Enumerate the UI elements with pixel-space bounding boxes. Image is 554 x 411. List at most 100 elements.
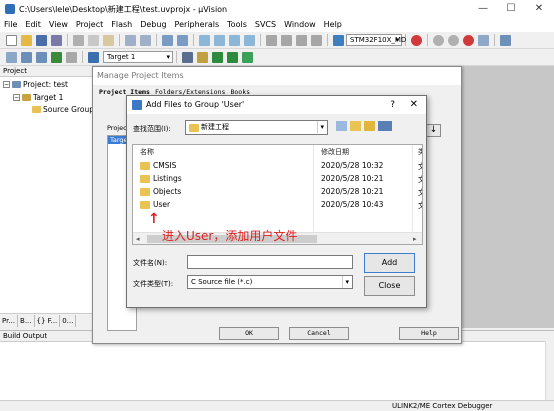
help-icon[interactable]: ? bbox=[390, 96, 395, 114]
new-file-icon[interactable] bbox=[6, 34, 17, 46]
tree-item-project[interactable]: − Project: test bbox=[3, 80, 68, 89]
uncomment-icon[interactable] bbox=[311, 34, 322, 46]
filename-input[interactable] bbox=[187, 255, 353, 269]
list-item-user[interactable]: User 2020/5/28 10:43 文 bbox=[133, 199, 422, 211]
rebuild-icon[interactable] bbox=[36, 51, 47, 63]
scroll-left-icon[interactable]: ◂ bbox=[136, 233, 140, 244]
breakpoint-icon[interactable] bbox=[463, 34, 474, 46]
view-menu-icon[interactable] bbox=[378, 121, 392, 131]
toolbar-separator bbox=[119, 34, 120, 46]
menu-window[interactable]: Window bbox=[280, 18, 320, 32]
bookmark-clear-icon[interactable] bbox=[244, 34, 255, 46]
help-button[interactable]: Help bbox=[399, 327, 459, 340]
nav-back-icon[interactable] bbox=[162, 34, 173, 46]
ok-button[interactable]: OK bbox=[219, 327, 279, 340]
target-select[interactable]: Target 1 bbox=[103, 51, 173, 63]
list-item[interactable]: CMSIS 2020/5/28 10:32 文 bbox=[133, 160, 422, 172]
tab-books[interactable]: B... bbox=[18, 314, 35, 327]
project-targets-label: Projec bbox=[107, 124, 127, 132]
cancel-button[interactable]: Cancel bbox=[289, 327, 349, 340]
lookin-label: 查找范围(I): bbox=[133, 125, 171, 133]
save-icon[interactable] bbox=[36, 34, 47, 46]
tab-functions[interactable]: {} F... bbox=[35, 314, 61, 327]
indent-icon[interactable] bbox=[266, 34, 277, 46]
unindent-icon[interactable] bbox=[281, 34, 292, 46]
new-folder-icon[interactable] bbox=[364, 121, 375, 131]
save-all-icon[interactable] bbox=[51, 34, 62, 46]
undo-icon[interactable] bbox=[125, 34, 136, 46]
scroll-right-icon[interactable]: ▸ bbox=[413, 233, 417, 244]
file-date: 2020/5/28 10:32 bbox=[321, 161, 384, 170]
move-down-icon[interactable]: ↓ bbox=[426, 124, 441, 137]
maximize-button[interactable]: ☐ bbox=[498, 0, 524, 18]
download-icon[interactable] bbox=[51, 51, 62, 63]
close-icon[interactable]: ✕ bbox=[410, 96, 418, 114]
close-window-button[interactable]: ✕ bbox=[526, 0, 552, 18]
paste-icon[interactable] bbox=[103, 34, 114, 46]
load-icon[interactable] bbox=[88, 51, 99, 63]
open-folder-icon[interactable] bbox=[21, 34, 32, 46]
back-icon[interactable] bbox=[336, 121, 347, 131]
add-files-titlebar: Add Files to Group 'User' ? ✕ bbox=[127, 96, 426, 114]
up-folder-icon[interactable] bbox=[350, 121, 361, 131]
lookin-select[interactable]: 新建工程 ▾ bbox=[185, 120, 328, 135]
window-layout-icon[interactable] bbox=[500, 34, 511, 46]
col-header-date[interactable]: 修改日期 bbox=[321, 147, 349, 157]
col-header-type[interactable]: 类 bbox=[418, 147, 422, 157]
menu-debug[interactable]: Debug bbox=[136, 18, 170, 32]
file-ext-icon[interactable] bbox=[197, 51, 208, 63]
bookmark-next-icon[interactable] bbox=[229, 34, 240, 46]
menu-tools[interactable]: Tools bbox=[223, 18, 251, 32]
debug-start-icon[interactable] bbox=[433, 34, 444, 46]
close-button[interactable]: Close bbox=[364, 276, 415, 296]
config-icon[interactable] bbox=[478, 34, 489, 46]
menu-help[interactable]: Help bbox=[320, 18, 346, 32]
build-output-scrollbar[interactable] bbox=[545, 341, 554, 400]
list-item[interactable]: Listings 2020/5/28 10:21 文 bbox=[133, 173, 422, 185]
build-icon[interactable] bbox=[21, 51, 32, 63]
tree-item-group[interactable]: Source Group bbox=[32, 105, 94, 114]
chevron-down-icon[interactable]: ▾ bbox=[317, 121, 326, 133]
target-list-item[interactable]: Targe bbox=[108, 136, 126, 144]
menu-flash[interactable]: Flash bbox=[107, 18, 136, 32]
stop-build-icon[interactable] bbox=[66, 51, 77, 63]
dialog-title: Add Files to Group 'User' bbox=[146, 100, 245, 109]
menu-svcs[interactable]: SVCS bbox=[251, 18, 280, 32]
debug-stop-icon[interactable] bbox=[448, 34, 459, 46]
add-button[interactable]: Add bbox=[364, 253, 415, 273]
device-select[interactable]: STM32F10X_MD bbox=[346, 34, 406, 46]
tree-target-label: Target 1 bbox=[33, 93, 64, 102]
list-item[interactable]: Objects 2020/5/28 10:21 文 bbox=[133, 186, 422, 198]
collapse-icon[interactable]: − bbox=[13, 94, 20, 101]
col-header-name[interactable]: 名称 bbox=[140, 147, 154, 157]
chevron-down-icon[interactable]: ▾ bbox=[342, 276, 351, 288]
menu-file[interactable]: File bbox=[0, 18, 21, 32]
filename-label: 文件名(N): bbox=[133, 259, 168, 267]
tree-item-target[interactable]: − Target 1 bbox=[13, 93, 63, 102]
file-type: 文 bbox=[418, 187, 422, 198]
options-target-icon[interactable] bbox=[182, 51, 193, 63]
filetype-select[interactable]: C Source file (*.c) ▾ bbox=[187, 275, 353, 289]
copy-icon[interactable] bbox=[88, 34, 99, 46]
manage-rte-icon[interactable] bbox=[212, 51, 223, 63]
pack-installer-icon[interactable] bbox=[227, 51, 238, 63]
cut-icon[interactable] bbox=[73, 34, 84, 46]
menu-peripherals[interactable]: Peripherals bbox=[171, 18, 224, 32]
bookmark-prev-icon[interactable] bbox=[214, 34, 225, 46]
tab-project[interactable]: Pr... bbox=[0, 314, 19, 327]
minimize-button[interactable]: — bbox=[470, 0, 496, 18]
comment-icon[interactable] bbox=[296, 34, 307, 46]
redo-icon[interactable] bbox=[140, 34, 151, 46]
translate-icon[interactable] bbox=[6, 51, 17, 63]
find-icon[interactable] bbox=[411, 34, 422, 46]
tree-group-label: Source Group bbox=[43, 105, 94, 114]
filetype-label: 文件类型(T): bbox=[133, 280, 174, 288]
menu-project[interactable]: Project bbox=[72, 18, 107, 32]
tab-templates[interactable]: 0... bbox=[60, 314, 77, 327]
collapse-icon[interactable]: − bbox=[3, 81, 10, 88]
bookmark-icon[interactable] bbox=[199, 34, 210, 46]
nav-forward-icon[interactable] bbox=[177, 34, 188, 46]
menu-view[interactable]: View bbox=[45, 18, 72, 32]
select-packs-icon[interactable] bbox=[242, 51, 253, 63]
menu-edit[interactable]: Edit bbox=[21, 18, 45, 32]
